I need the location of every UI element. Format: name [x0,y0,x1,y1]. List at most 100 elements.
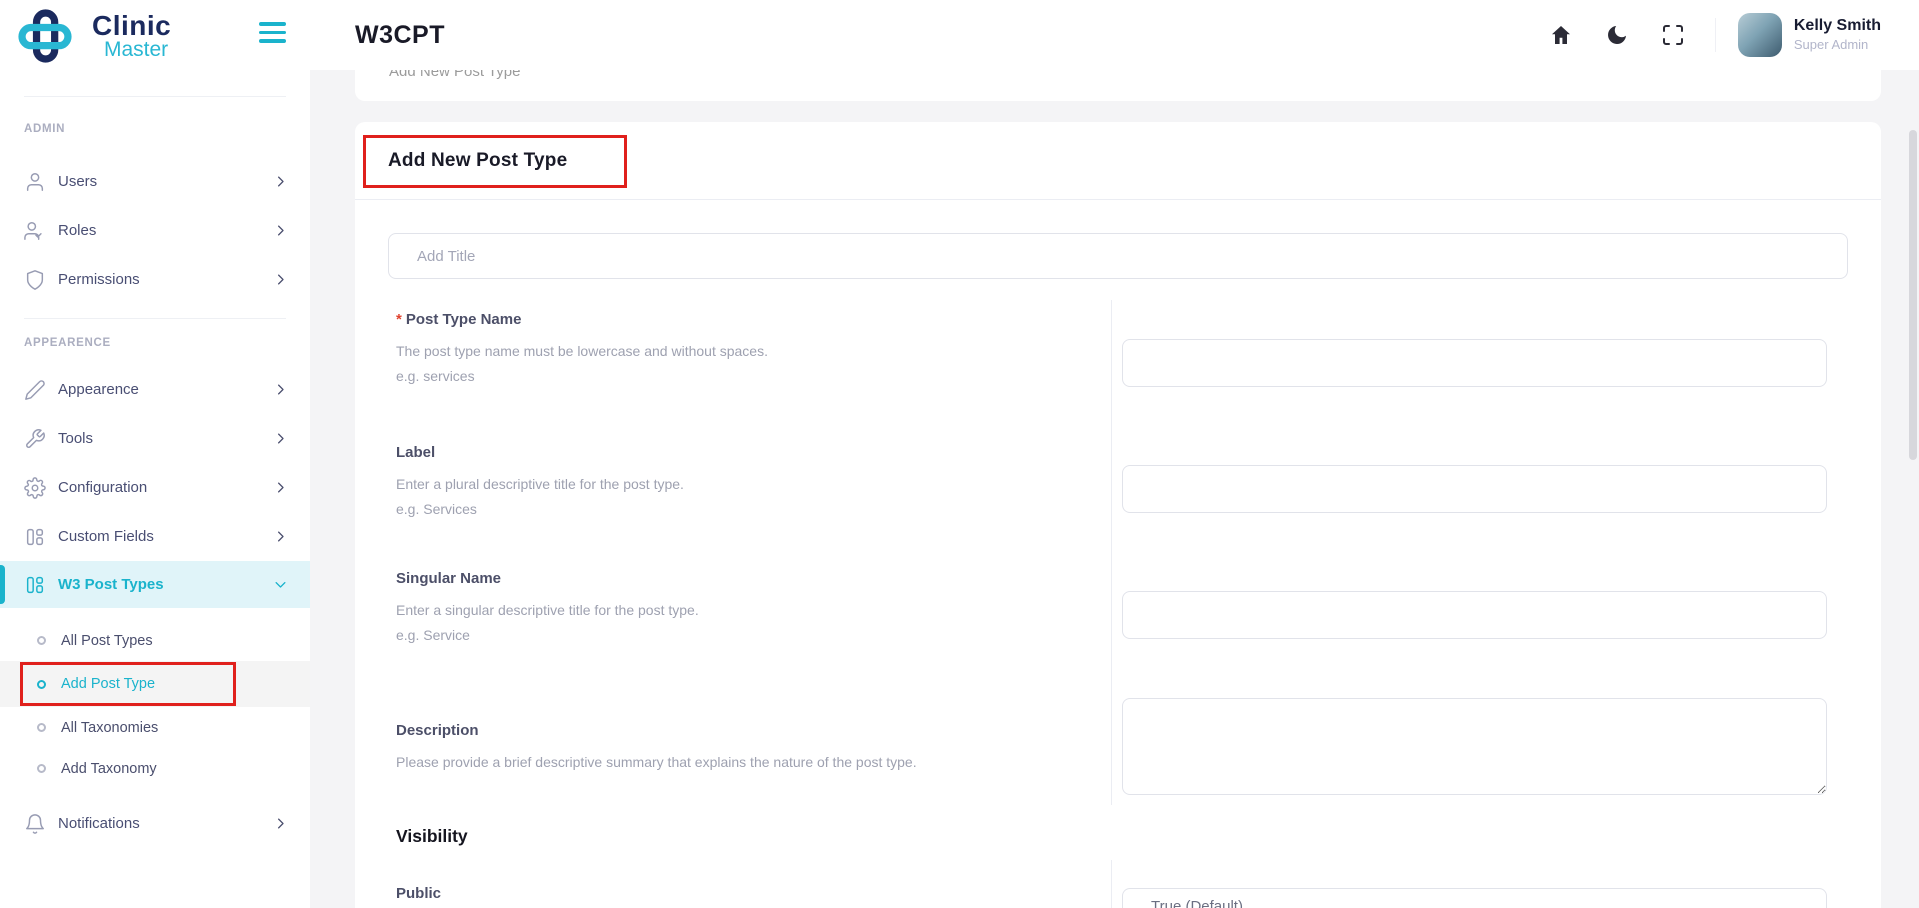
field-label: Description [396,721,1111,740]
card-header: Add New Post Type [355,122,1881,200]
dark-mode-moon-icon[interactable] [1605,23,1629,47]
post-type-name-input[interactable] [1122,339,1827,387]
tools-icon [24,428,46,450]
sidebar-item-label: Custom Fields [58,528,154,545]
sidebar-item-tools[interactable]: Tools [0,414,310,463]
field-info: Description Please provide a brief descr… [388,690,1111,805]
main-content: Add New Post Type Add New Post Type *Pos… [310,70,1919,908]
admin-nav-group: Users Roles Permissions [0,157,310,304]
bullet-icon [37,680,46,689]
sidebar-item-roles[interactable]: Roles [0,206,310,255]
form-row-public: Public True (Default) [388,860,1848,908]
public-select[interactable]: True (Default) [1122,888,1827,908]
field-input-cell: True (Default) [1111,860,1848,908]
header-divider [1715,18,1716,52]
visibility-section: Visibility [388,805,1848,860]
avatar[interactable] [1738,13,1782,57]
singular-name-input[interactable] [1122,591,1827,639]
sidebar-divider [24,318,286,319]
sidebar-item-w3-post-types[interactable]: W3 Post Types [0,561,310,608]
layout-blocks-icon [24,526,46,548]
bullet-icon [37,723,46,732]
chevron-right-icon [273,480,288,495]
chevron-right-icon [273,816,288,831]
sidebar-item-custom-fields[interactable]: Custom Fields [0,512,310,561]
sidebar-subitem-add-taxonomy[interactable]: Add Taxonomy [0,748,310,789]
field-label: Singular Name [396,569,1111,588]
sidebar-item-notifications[interactable]: Notifications [0,799,310,848]
bullet-icon [37,636,46,645]
home-icon[interactable] [1549,23,1573,47]
sidebar-item-permissions[interactable]: Permissions [0,255,310,304]
pencil-icon [24,379,46,401]
chevron-right-icon [273,529,288,544]
appearance-nav-group: Appearence Tools Configuration Custom Fi… [0,365,310,848]
user-role: Super Admin [1794,38,1881,53]
user-info[interactable]: Kelly Smith Super Admin [1794,17,1881,53]
label-input[interactable] [1122,465,1827,513]
sidebar-item-label: W3 Post Types [58,576,164,593]
sidebar-item-label: Tools [58,430,93,447]
bullet-icon [37,764,46,773]
sidebar-item-users[interactable]: Users [0,157,310,206]
sidebar-subitem-label: All Post Types [61,633,153,649]
page-title: W3CPT [355,21,445,50]
sidebar-item-configuration[interactable]: Configuration [0,463,310,512]
bell-icon [24,813,46,835]
scrollbar-thumb[interactable] [1909,130,1917,460]
shield-icon [24,269,46,291]
sidebar-section-admin: ADMIN [24,123,310,137]
field-info: *Post Type Name The post type name must … [388,300,1111,427]
header-actions: Kelly Smith Super Admin [1517,13,1881,57]
post-type-form: *Post Type Name The post type name must … [388,300,1848,908]
user-icon [24,171,46,193]
clinic-master-logo-icon[interactable] [16,7,74,65]
sidebar-subitem-all-post-types[interactable]: All Post Types [0,620,310,661]
field-label: *Post Type Name [396,310,1111,329]
field-info: Singular Name Enter a singular descripti… [388,553,1111,690]
user-name: Kelly Smith [1794,17,1881,35]
sidebar-item-appearence[interactable]: Appearence [0,365,310,414]
chevron-right-icon [273,382,288,397]
field-description: Please provide a brief descriptive summa… [396,754,1111,770]
add-post-type-card: Add New Post Type *Post Type Name The po… [355,122,1881,908]
fullscreen-icon[interactable] [1661,23,1685,47]
field-input-cell [1111,690,1848,805]
chevron-right-icon [273,223,288,238]
field-description: Enter a singular descriptive title for t… [396,602,1111,618]
sidebar-item-label: Appearence [58,381,139,398]
sidebar-section-appearance: APPEARENCE [24,337,310,351]
w3-post-types-submenu: All Post Types Add Post Type All Taxonom… [0,620,310,789]
field-label: Label [396,443,1111,462]
sidebar-subitem-all-taxonomies[interactable]: All Taxonomies [0,707,310,748]
form-row-singular-name: Singular Name Enter a singular descripti… [388,553,1848,690]
description-textarea[interactable] [1122,698,1827,795]
field-description: Enter a plural descriptive title for the… [396,476,1111,492]
visibility-heading: Visibility [396,826,1848,847]
form-row-post-type-name: *Post Type Name The post type name must … [388,300,1848,427]
field-description: The post type name must be lowercase and… [396,343,1111,359]
sidebar-item-label: Permissions [58,271,140,288]
required-asterisk: * [396,311,402,328]
gear-icon [24,477,46,499]
field-input-cell [1111,300,1848,427]
breadcrumb-title: Add New Post Type [389,70,1881,80]
card-body: *Post Type Name The post type name must … [355,200,1881,908]
sidebar-logo-divider [24,96,286,97]
card-title: Add New Post Type [388,150,567,172]
brand-text[interactable]: Clinic Master [92,10,171,62]
sidebar-subitem-label: Add Post Type [61,676,155,692]
form-row-description: Description Please provide a brief descr… [388,690,1848,805]
chevron-down-icon [273,577,288,592]
brand-name-bottom: Master [104,38,171,62]
sidebar-subitem-add-post-type[interactable]: Add Post Type [0,661,310,707]
sidebar-toggle-hamburger-icon[interactable] [259,22,286,48]
public-select-value: True (Default) [1151,898,1243,908]
add-title-input[interactable] [388,233,1848,279]
sidebar-item-label: Roles [58,222,96,239]
form-row-label: Label Enter a plural descriptive title f… [388,427,1848,553]
field-example: e.g. services [396,368,1111,384]
field-info: Label Enter a plural descriptive title f… [388,427,1111,553]
sidebar-item-label: Users [58,173,97,190]
sidebar-subitem-label: Add Taxonomy [61,761,157,777]
